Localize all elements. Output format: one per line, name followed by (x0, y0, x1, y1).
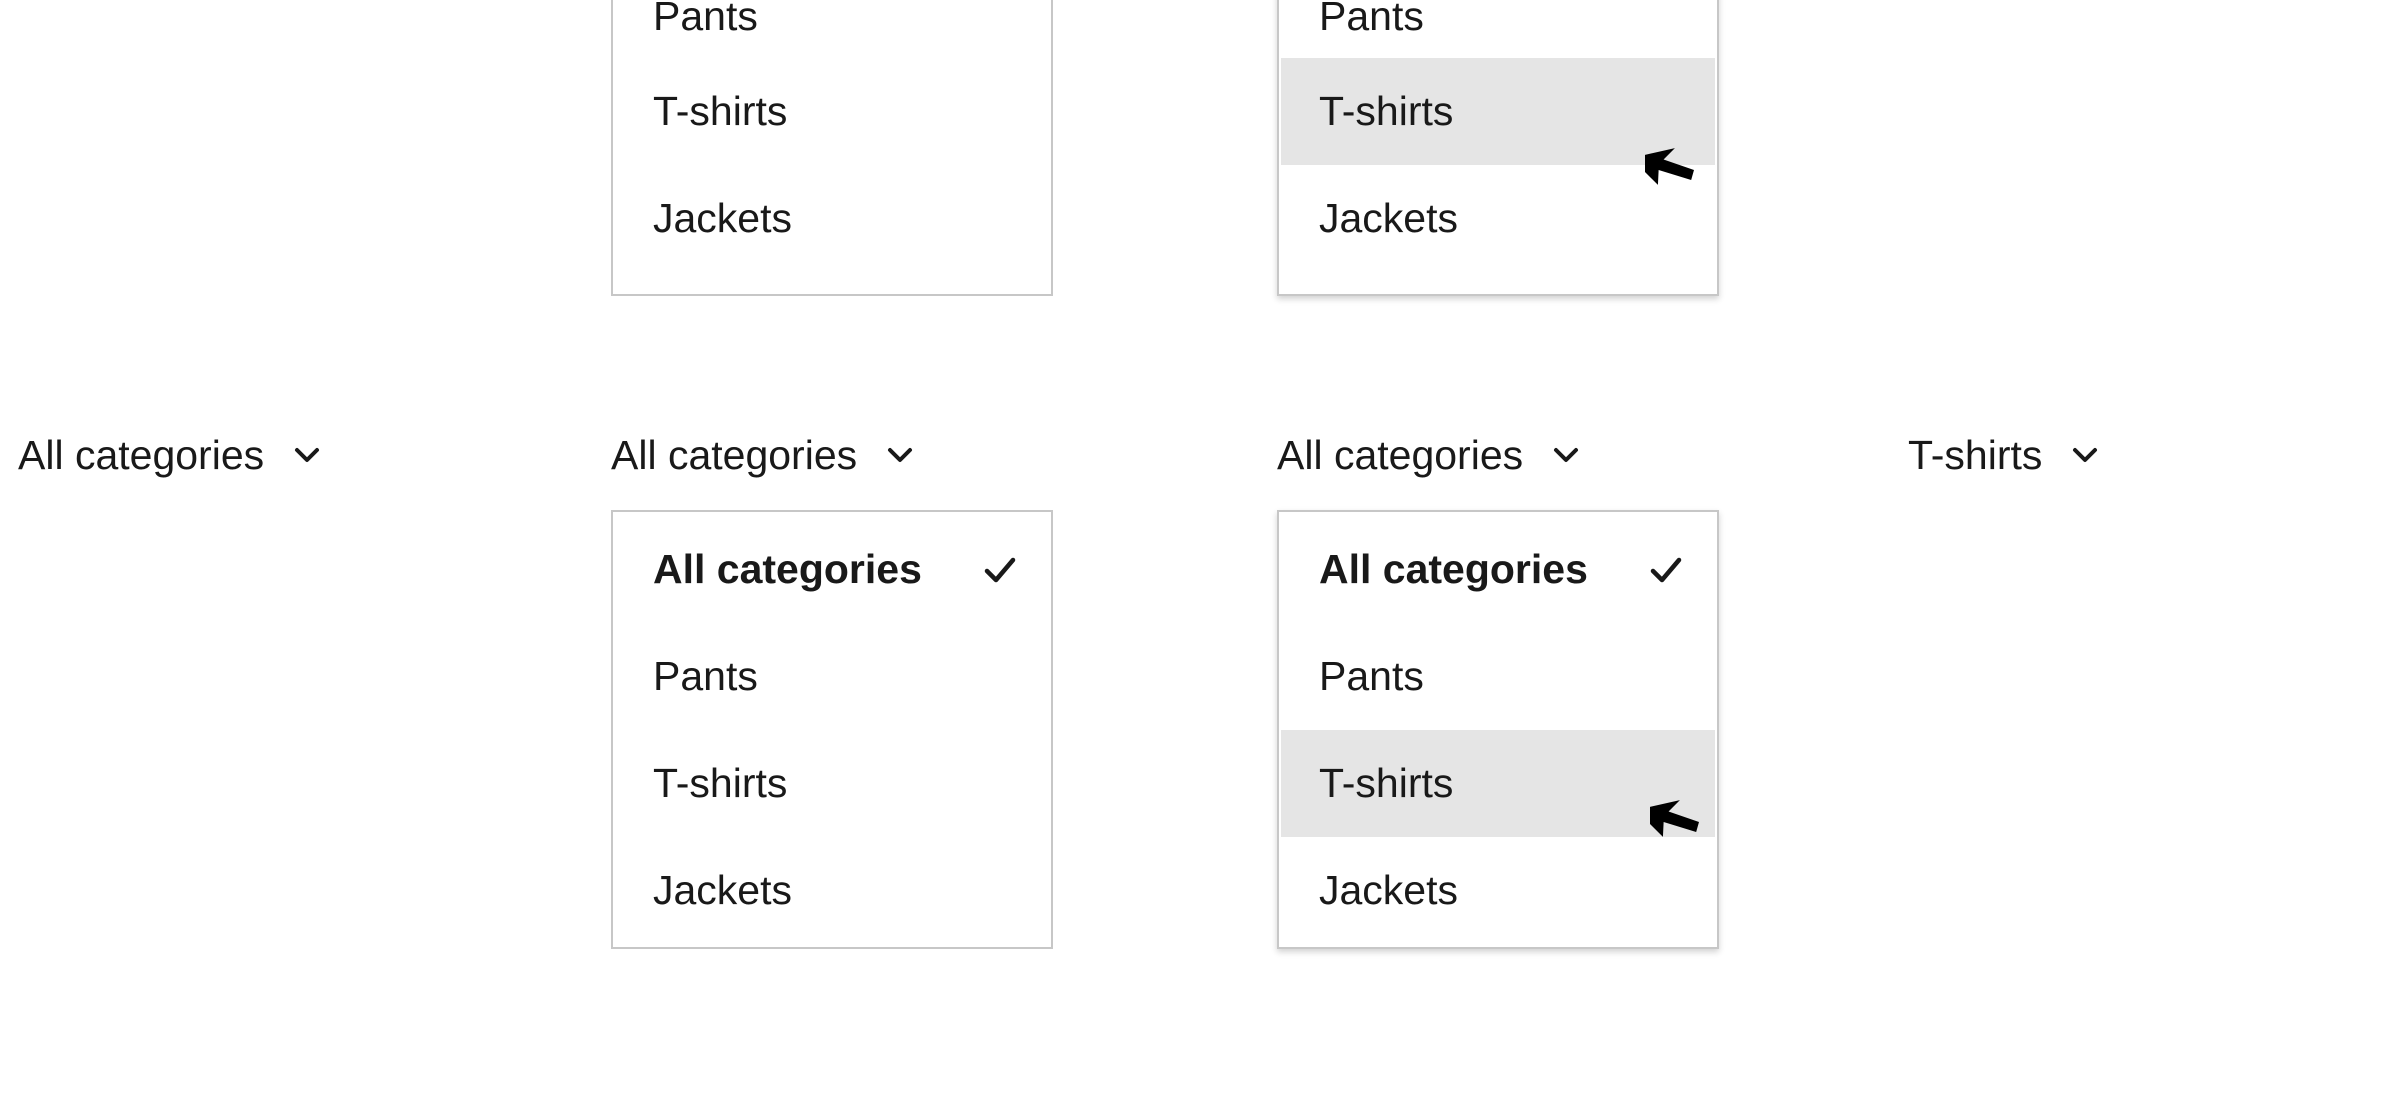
top-menu-1: Pants T-shirts Jackets (611, 0, 1053, 296)
menu-option-tshirts[interactable]: T-shirts (613, 58, 1051, 165)
menu-option-tshirts-hovered[interactable]: T-shirts (1281, 730, 1715, 837)
dropdown-menu-2: All categories Pants T-shirts Jackets (611, 510, 1053, 949)
menu-option-jackets[interactable]: Jackets (613, 837, 1051, 944)
menu-option-pants[interactable]: Pants (613, 623, 1051, 730)
category-dropdown-trigger-4[interactable]: T-shirts (1908, 425, 2100, 485)
dropdown-menu-3: All categories Pants T-shirts Jackets (1277, 510, 1719, 949)
menu-option-jackets[interactable]: Jackets (1279, 837, 1717, 944)
menu-option-pants[interactable]: Pants (613, 0, 1051, 58)
top-menu-2: Pants T-shirts Jackets (1277, 0, 1719, 296)
menu-option-pants[interactable]: Pants (1279, 0, 1717, 58)
menu-option-tshirts-hovered[interactable]: T-shirts (1281, 58, 1715, 165)
trigger-label: All categories (18, 431, 265, 478)
trigger-label: All categories (1277, 431, 1524, 478)
menu-option-all-categories[interactable]: All categories (1279, 516, 1717, 623)
chevron-down-icon (2073, 448, 2098, 462)
chevron-down-icon (1554, 448, 1579, 462)
menu-option-jackets[interactable]: Jackets (613, 165, 1051, 272)
menu-option-jackets[interactable]: Jackets (1279, 165, 1717, 272)
trigger-label: T-shirts (1908, 431, 2043, 478)
chevron-down-icon (888, 448, 913, 462)
menu-option-tshirts[interactable]: T-shirts (613, 730, 1051, 837)
category-dropdown-trigger-2[interactable]: All categories (611, 425, 915, 485)
menu-option-pants[interactable]: Pants (1279, 623, 1717, 730)
category-dropdown-trigger-3[interactable]: All categories (1277, 425, 1581, 485)
chevron-down-icon (295, 448, 320, 462)
checkmark-icon (984, 557, 1016, 582)
trigger-label: All categories (611, 431, 858, 478)
checkmark-icon (1650, 557, 1682, 582)
category-dropdown-trigger-1[interactable]: All categories (18, 425, 322, 485)
menu-option-all-categories[interactable]: All categories (613, 516, 1051, 623)
